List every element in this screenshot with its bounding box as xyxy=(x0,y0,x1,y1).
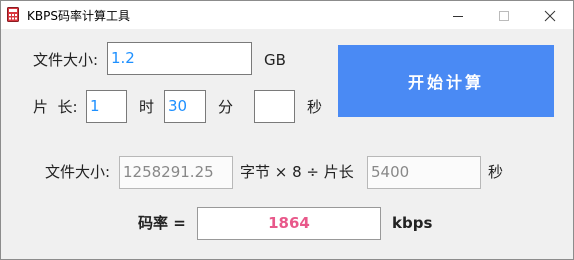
title-bar[interactable]: KBPS码率计算工具 xyxy=(1,1,573,29)
bitrate-result-field: 1864 xyxy=(197,207,381,240)
minimize-icon xyxy=(453,16,463,17)
bytes-readonly-field: 1258291.25 xyxy=(119,156,233,189)
hours-input[interactable]: 1 xyxy=(86,90,127,123)
formula-seconds-unit: 秒 xyxy=(488,163,504,181)
seconds-input[interactable] xyxy=(254,90,295,123)
minutes-unit: 分 xyxy=(218,98,234,116)
seconds-unit: 秒 xyxy=(307,98,323,116)
bitrate-label: 码率 = xyxy=(138,214,186,232)
file-size-unit: GB xyxy=(264,51,286,69)
app-window: KBPS码率计算工具 文件大小: 1.2 GB 片 长: 1 时 30 分 秒 … xyxy=(0,0,574,260)
calculator-icon xyxy=(7,7,19,22)
file-size-input[interactable]: 1.2 xyxy=(107,42,252,75)
duration-seconds-readonly-field: 5400 xyxy=(367,156,481,189)
maximize-button[interactable] xyxy=(481,1,527,29)
close-button[interactable] xyxy=(527,1,573,29)
bitrate-unit: kbps xyxy=(392,214,433,232)
minimize-button[interactable] xyxy=(435,1,481,29)
file-size-label: 文件大小: xyxy=(33,51,99,69)
duration-label: 片 长: xyxy=(33,98,78,116)
minutes-input[interactable]: 30 xyxy=(164,90,206,123)
start-calculate-button[interactable]: 开始计算 xyxy=(338,45,554,117)
window-title: KBPS码率计算工具 xyxy=(27,9,130,23)
close-icon xyxy=(544,10,556,22)
hours-unit: 时 xyxy=(139,98,155,116)
formula-file-size-label: 文件大小: xyxy=(45,163,111,181)
formula-operator-text: 字节 × 8 ÷ 片长 xyxy=(240,163,354,181)
maximize-icon xyxy=(499,11,509,21)
